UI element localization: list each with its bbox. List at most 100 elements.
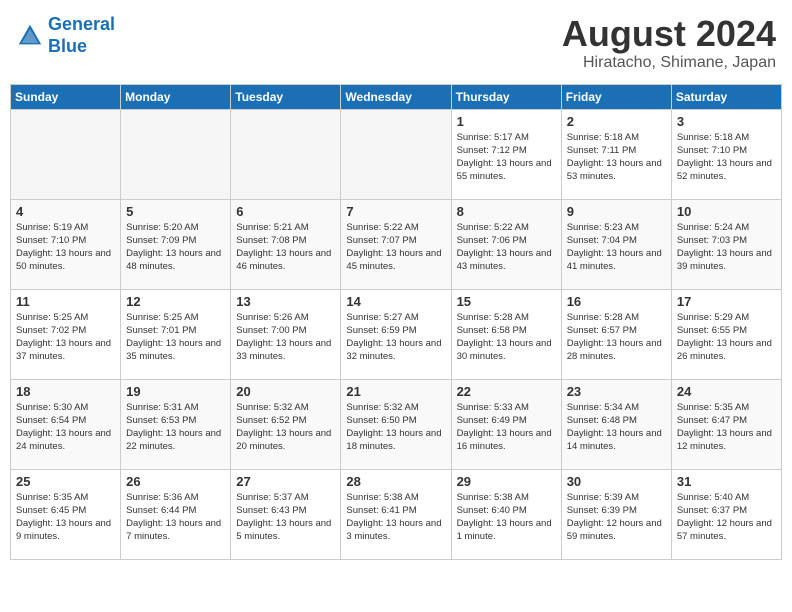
day-cell: 31 Sunrise: 5:40 AMSunset: 6:37 PMDayligh… (671, 469, 781, 559)
day-cell: 24 Sunrise: 5:35 AMSunset: 6:47 PMDayligh… (671, 379, 781, 469)
day-cell: 29 Sunrise: 5:38 AMSunset: 6:40 PMDayligh… (451, 469, 561, 559)
day-info: Sunrise: 5:39 AMSunset: 6:39 PMDaylight:… (567, 491, 666, 544)
logo-line1: General (48, 14, 115, 34)
calendar-table: SundayMondayTuesdayWednesdayThursdayFrid… (10, 84, 782, 560)
calendar-header-row: SundayMondayTuesdayWednesdayThursdayFrid… (11, 84, 782, 109)
day-info: Sunrise: 5:35 AMSunset: 6:45 PMDaylight:… (16, 491, 115, 544)
day-cell: 2 Sunrise: 5:18 AMSunset: 7:11 PMDaylight… (561, 109, 671, 199)
day-number: 15 (457, 294, 556, 309)
day-number: 23 (567, 384, 666, 399)
day-cell: 18Sunrise: 5:30 AMSunset: 6:54 PMDayligh… (11, 379, 121, 469)
day-cell: 12 Sunrise: 5:25 AMSunset: 7:01 PMDayligh… (121, 289, 231, 379)
day-cell: 3 Sunrise: 5:18 AMSunset: 7:10 PMDaylight… (671, 109, 781, 199)
day-cell: 4Sunrise: 5:19 AMSunset: 7:10 PMDaylight… (11, 199, 121, 289)
day-number: 26 (126, 474, 225, 489)
day-number: 13 (236, 294, 335, 309)
day-cell: 8Sunrise: 5:22 AMSunset: 7:06 PMDaylight… (451, 199, 561, 289)
day-info: Sunrise: 5:18 AMSunset: 7:10 PMDaylight:… (677, 131, 776, 184)
day-info: Sunrise: 5:40 AMSunset: 6:37 PMDaylight:… (677, 491, 776, 544)
day-number: 10 (677, 204, 776, 219)
day-info: Sunrise: 5:38 AMSunset: 6:40 PMDaylight:… (457, 491, 556, 544)
day-cell (231, 109, 341, 199)
day-cell: 10Sunrise: 5:24 AMSunset: 7:03 PMDayligh… (671, 199, 781, 289)
day-number: 17 (677, 294, 776, 309)
day-number: 14 (346, 294, 445, 309)
day-cell: 23 Sunrise: 5:34 AMSunset: 6:48 PMDayligh… (561, 379, 671, 469)
day-cell: 11 Sunrise: 5:25 AMSunset: 7:02 PMDayligh… (11, 289, 121, 379)
title-block: August 2024 Hiratacho, Shimane, Japan (562, 14, 776, 72)
logo: General Blue (16, 14, 115, 57)
day-info: Sunrise: 5:22 AMSunset: 7:07 PMDaylight:… (346, 221, 445, 274)
day-info: Sunrise: 5:21 AMSunset: 7:08 PMDaylight:… (236, 221, 335, 274)
day-info: Sunrise: 5:33 AMSunset: 6:49 PMDaylight:… (457, 401, 556, 454)
day-cell: 21 Sunrise: 5:32 AMSunset: 6:50 PMDayligh… (341, 379, 451, 469)
day-number: 29 (457, 474, 556, 489)
week-row-1: 1 Sunrise: 5:17 AMSunset: 7:12 PMDaylight… (11, 109, 782, 199)
day-info: Sunrise: 5:20 AMSunset: 7:09 PMDaylight:… (126, 221, 225, 274)
day-info: Sunrise: 5:25 AMSunset: 7:01 PMDaylight:… (126, 311, 225, 364)
day-number: 12 (126, 294, 225, 309)
day-number: 2 (567, 114, 666, 129)
day-number: 19 (126, 384, 225, 399)
logo-icon (16, 22, 44, 50)
header-sunday: Sunday (11, 84, 121, 109)
week-row-3: 11 Sunrise: 5:25 AMSunset: 7:02 PMDayligh… (11, 289, 782, 379)
header-monday: Monday (121, 84, 231, 109)
day-number: 18 (16, 384, 115, 399)
logo-text: General Blue (48, 14, 115, 57)
day-cell: 7 Sunrise: 5:22 AMSunset: 7:07 PMDaylight… (341, 199, 451, 289)
day-cell: 27Sunrise: 5:37 AMSunset: 6:43 PMDayligh… (231, 469, 341, 559)
day-cell: 26Sunrise: 5:36 AMSunset: 6:44 PMDayligh… (121, 469, 231, 559)
day-cell: 25 Sunrise: 5:35 AMSunset: 6:45 PMDayligh… (11, 469, 121, 559)
day-number: 31 (677, 474, 776, 489)
day-number: 7 (346, 204, 445, 219)
location: Hiratacho, Shimane, Japan (562, 54, 776, 72)
day-cell: 16 Sunrise: 5:28 AMSunset: 6:57 PMDayligh… (561, 289, 671, 379)
day-info: Sunrise: 5:26 AMSunset: 7:00 PMDaylight:… (236, 311, 335, 364)
day-cell: 30 Sunrise: 5:39 AMSunset: 6:39 PMDayligh… (561, 469, 671, 559)
day-number: 6 (236, 204, 335, 219)
day-number: 3 (677, 114, 776, 129)
day-number: 5 (126, 204, 225, 219)
day-info: Sunrise: 5:31 AMSunset: 6:53 PMDaylight:… (126, 401, 225, 454)
day-number: 9 (567, 204, 666, 219)
day-info: Sunrise: 5:28 AMSunset: 6:58 PMDaylight:… (457, 311, 556, 364)
day-number: 30 (567, 474, 666, 489)
day-info: Sunrise: 5:28 AMSunset: 6:57 PMDaylight:… (567, 311, 666, 364)
day-cell (341, 109, 451, 199)
day-number: 4 (16, 204, 115, 219)
day-info: Sunrise: 5:17 AMSunset: 7:12 PMDaylight:… (457, 131, 556, 184)
day-number: 21 (346, 384, 445, 399)
day-number: 28 (346, 474, 445, 489)
day-info: Sunrise: 5:25 AMSunset: 7:02 PMDaylight:… (16, 311, 115, 364)
day-info: Sunrise: 5:32 AMSunset: 6:50 PMDaylight:… (346, 401, 445, 454)
logo-line2: Blue (48, 36, 115, 58)
day-number: 8 (457, 204, 556, 219)
day-info: Sunrise: 5:27 AMSunset: 6:59 PMDaylight:… (346, 311, 445, 364)
day-number: 24 (677, 384, 776, 399)
day-cell: 22Sunrise: 5:33 AMSunset: 6:49 PMDayligh… (451, 379, 561, 469)
page-header: General Blue August 2024 Hiratacho, Shim… (10, 10, 782, 76)
day-cell: 13 Sunrise: 5:26 AMSunset: 7:00 PMDayligh… (231, 289, 341, 379)
day-number: 16 (567, 294, 666, 309)
week-row-5: 25 Sunrise: 5:35 AMSunset: 6:45 PMDayligh… (11, 469, 782, 559)
day-cell: 9 Sunrise: 5:23 AMSunset: 7:04 PMDaylight… (561, 199, 671, 289)
week-row-2: 4Sunrise: 5:19 AMSunset: 7:10 PMDaylight… (11, 199, 782, 289)
day-info: Sunrise: 5:29 AMSunset: 6:55 PMDaylight:… (677, 311, 776, 364)
day-info: Sunrise: 5:38 AMSunset: 6:41 PMDaylight:… (346, 491, 445, 544)
day-info: Sunrise: 5:35 AMSunset: 6:47 PMDaylight:… (677, 401, 776, 454)
day-number: 25 (16, 474, 115, 489)
day-info: Sunrise: 5:37 AMSunset: 6:43 PMDaylight:… (236, 491, 335, 544)
day-number: 11 (16, 294, 115, 309)
day-info: Sunrise: 5:23 AMSunset: 7:04 PMDaylight:… (567, 221, 666, 274)
day-cell (11, 109, 121, 199)
day-info: Sunrise: 5:18 AMSunset: 7:11 PMDaylight:… (567, 131, 666, 184)
header-tuesday: Tuesday (231, 84, 341, 109)
day-number: 1 (457, 114, 556, 129)
header-wednesday: Wednesday (341, 84, 451, 109)
day-info: Sunrise: 5:34 AMSunset: 6:48 PMDaylight:… (567, 401, 666, 454)
header-thursday: Thursday (451, 84, 561, 109)
day-cell: 19 Sunrise: 5:31 AMSunset: 6:53 PMDayligh… (121, 379, 231, 469)
day-cell: 20Sunrise: 5:32 AMSunset: 6:52 PMDayligh… (231, 379, 341, 469)
header-saturday: Saturday (671, 84, 781, 109)
